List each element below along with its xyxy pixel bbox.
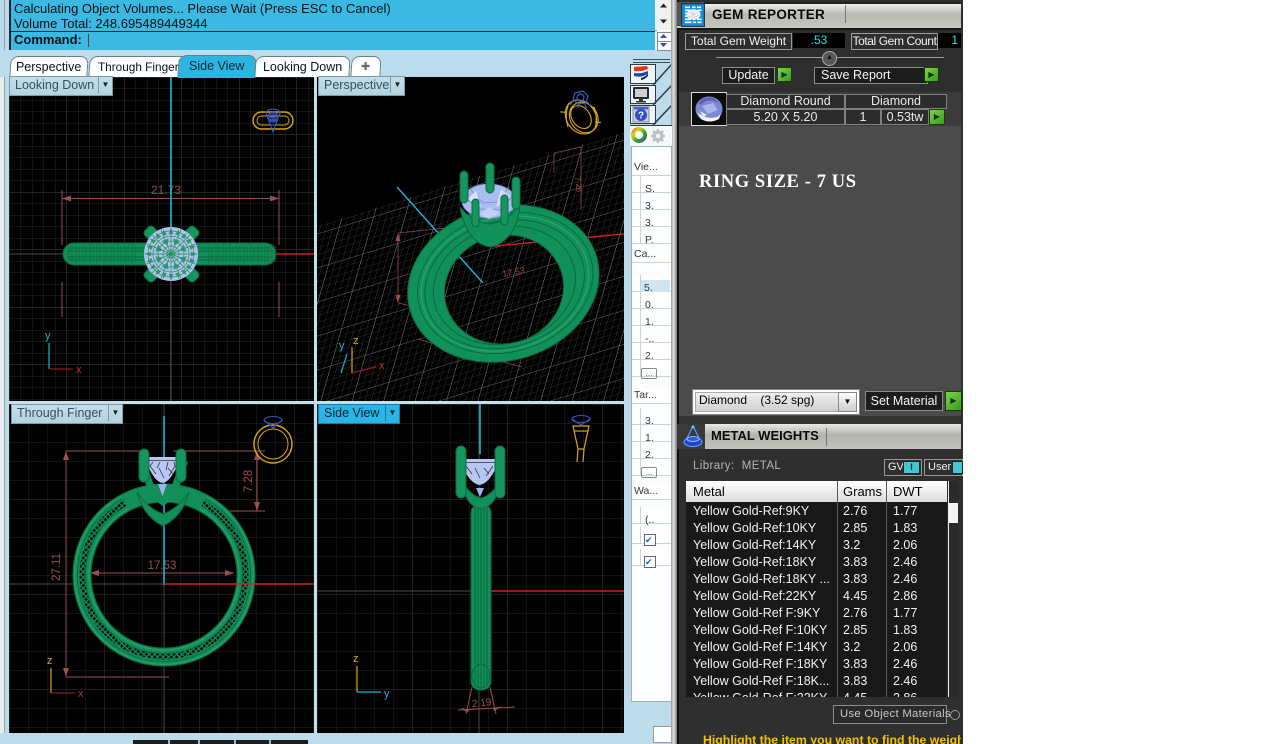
svg-text:y: y [45, 330, 51, 342]
svg-text:z: z [353, 653, 359, 665]
svg-text:y: y [339, 340, 345, 352]
svg-text:7.28: 7.28 [573, 176, 584, 193]
svg-text:2.19: 2.19 [471, 697, 492, 710]
svg-text:x: x [78, 688, 84, 700]
svg-text:z: z [47, 655, 53, 667]
svg-text:17.53: 17.53 [148, 560, 177, 572]
svg-text:x: x [76, 364, 82, 376]
svg-text:7.28: 7.28 [243, 470, 255, 492]
svg-text:z: z [353, 335, 359, 347]
svg-text:?: ? [638, 111, 644, 122]
svg-text:x: x [379, 360, 385, 372]
svg-text:27.11: 27.11 [51, 553, 63, 581]
svg-text:y: y [384, 688, 390, 700]
svg-text:21.73: 21.73 [151, 183, 181, 197]
